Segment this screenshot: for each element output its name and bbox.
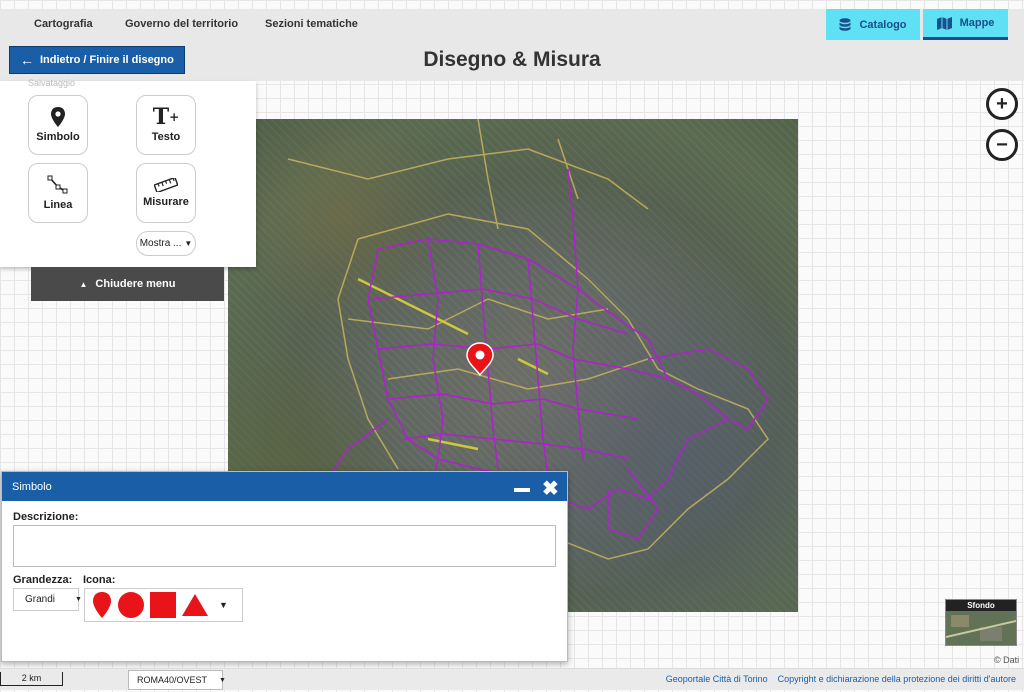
save-label: Salvataggio: [28, 78, 76, 88]
attribution: © Dati: [994, 655, 1020, 665]
maps-button[interactable]: Mappe: [923, 9, 1008, 40]
zoom-in-button[interactable]: +: [986, 88, 1018, 120]
copyright-link[interactable]: Copyright e dichiarazione della protezio…: [778, 674, 1016, 684]
caret-up-icon: ▲: [79, 279, 88, 289]
close-menu-button[interactable]: ▲ Chiudere menu: [31, 267, 224, 301]
geoportal-link[interactable]: Geoportale Città di Torino: [666, 674, 768, 684]
text-add-icon: T+: [152, 104, 180, 130]
nav-item-governo[interactable]: Governo del territorio: [125, 18, 238, 30]
map-icon: [936, 16, 952, 30]
close-menu-label: Chiudere menu: [95, 278, 176, 290]
caret-down-icon: ▼: [219, 676, 226, 684]
size-label: Grandezza:: [13, 574, 73, 586]
close-icon[interactable]: ✖: [542, 476, 559, 501]
tool-measure-label: Misurare: [143, 196, 189, 208]
status-bar: 2 km ROMA40/OVEST ▼ Geoportale Città di …: [0, 668, 1024, 690]
size-select-value: Grandi: [25, 594, 56, 605]
catalog-label: Catalogo: [859, 18, 907, 31]
projection-value: ROMA40/OVEST: [137, 675, 208, 685]
maps-label: Mappe: [959, 17, 995, 29]
tool-measure-button[interactable]: Misurare: [136, 163, 196, 223]
ruler-icon: [154, 178, 178, 192]
tool-symbol-label: Simbolo: [36, 131, 80, 143]
symbol-dialog: Simbolo ✖ Descrizione: Grandezza: Icona:…: [1, 471, 568, 662]
top-bar: Cartografia Governo del territorio Sezio…: [0, 9, 1024, 81]
description-label: Descrizione:: [13, 511, 79, 523]
drawing-tools-panel: Salvataggio Simbolo T+ Testo Linea Misur…: [0, 78, 256, 267]
dialog-title: Simbolo: [12, 480, 52, 493]
scale-bar: 2 km: [0, 672, 63, 686]
marker-icon[interactable]: [91, 591, 113, 619]
icon-picker[interactable]: ▼: [84, 588, 243, 622]
projection-select[interactable]: ROMA40/OVEST ▼: [128, 670, 226, 690]
show-more-label: Mostra ...: [139, 238, 182, 249]
catalog-button[interactable]: Catalogo: [826, 9, 920, 40]
zoom-out-button[interactable]: −: [986, 129, 1018, 161]
footer-links: Geoportale Città di Torino Copyright e d…: [666, 674, 1016, 684]
page-title: Disegno & Misura: [423, 48, 601, 71]
map-pin-icon: [51, 107, 65, 127]
plus-icon: +: [996, 92, 1008, 115]
triangle-icon[interactable]: [181, 593, 209, 617]
nav-item-cartografia[interactable]: Cartografia: [34, 18, 93, 30]
tool-line-button[interactable]: Linea: [28, 163, 88, 223]
basemap-label: Sfondo: [946, 600, 1016, 611]
caret-down-icon[interactable]: ▼: [219, 600, 228, 610]
dialog-header: Simbolo ✖: [2, 472, 567, 501]
basemap-switcher[interactable]: Sfondo: [945, 599, 1017, 646]
tool-line-label: Linea: [43, 199, 73, 211]
nav-item-sezioni[interactable]: Sezioni tematiche: [265, 18, 358, 30]
icon-label: Icona:: [83, 574, 116, 586]
minimize-icon[interactable]: [514, 488, 530, 492]
minus-icon: −: [996, 133, 1008, 156]
database-icon: [839, 17, 851, 31]
line-icon: [47, 175, 68, 194]
size-select[interactable]: Grandi ▼: [13, 588, 82, 611]
description-input[interactable]: [13, 525, 556, 567]
placed-marker[interactable]: [466, 342, 494, 377]
circle-icon[interactable]: [117, 591, 145, 619]
caret-down-icon: ▼: [75, 596, 82, 603]
tool-symbol-button[interactable]: Simbolo: [28, 95, 88, 155]
square-icon[interactable]: [149, 591, 177, 619]
basemap-thumbnail: [945, 611, 1017, 645]
tool-text-button[interactable]: T+ Testo: [136, 95, 196, 155]
tool-text-label: Testo: [151, 131, 181, 143]
caret-down-icon: ▼: [184, 239, 193, 248]
show-more-button[interactable]: Mostra ... ▼: [136, 231, 196, 256]
